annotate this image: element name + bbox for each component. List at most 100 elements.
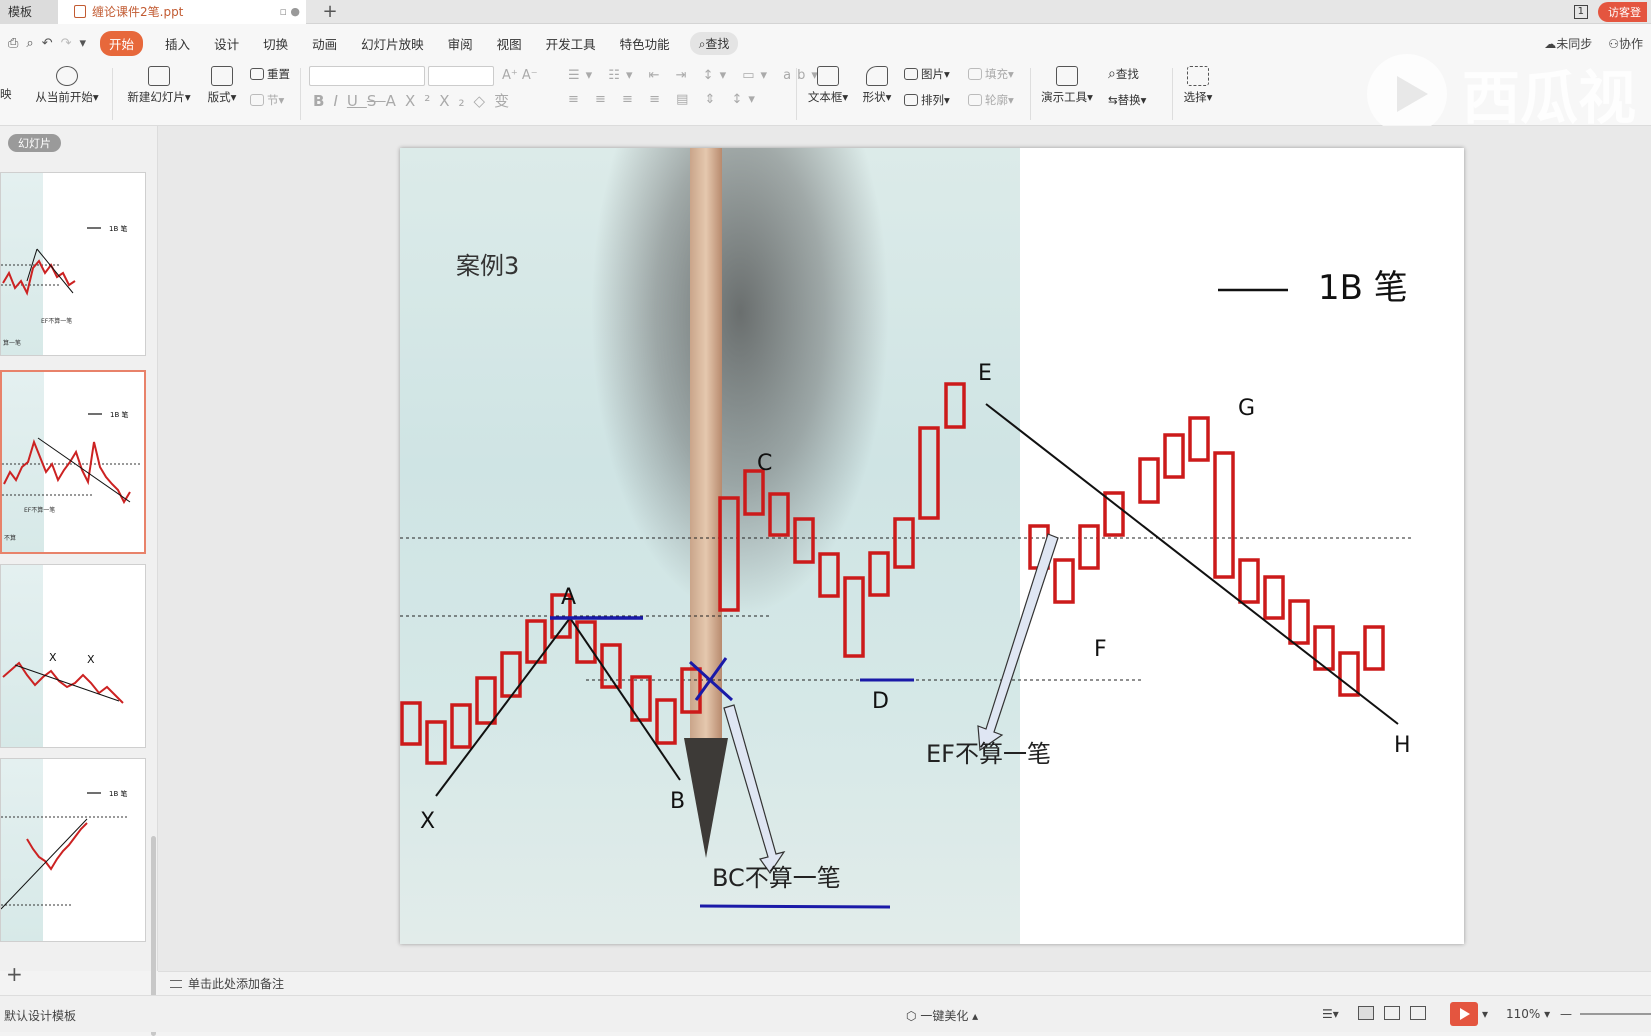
italic-button[interactable]: I (333, 92, 346, 110)
slide-thumbnail-3[interactable]: X X (0, 564, 146, 748)
ribbon-divider (796, 68, 797, 120)
text-box-button[interactable]: 文本框▾ (806, 66, 850, 105)
preview-icon[interactable]: ⌕ (26, 36, 33, 51)
new-tab-button[interactable]: + (316, 0, 344, 24)
notes-bar[interactable]: 单击此处添加备注 (158, 971, 1651, 995)
redo-icon[interactable]: ↷ (61, 36, 72, 51)
font-color-button[interactable]: A (386, 92, 405, 110)
paragraph-tools[interactable]: ☰▾ ☷▾ ⇤ ⇥ ↕▾ ▭▾ ab▾ (568, 68, 824, 83)
present-tools-button[interactable]: 演示工具▾ (1038, 66, 1096, 105)
fill-label: 填充 (985, 67, 1008, 81)
strike-button[interactable]: S (367, 92, 386, 110)
undo-icon[interactable]: ↶ (42, 36, 53, 51)
menu-slideshow[interactable]: 幻灯片放映 (361, 34, 424, 53)
print-icon[interactable]: ⎙ (8, 36, 18, 51)
slide-thumbnail-2[interactable]: 1B 笔 EF不算一笔 不算 (0, 370, 146, 554)
arrange-label: 排列 (921, 93, 944, 107)
presentation-icon (1056, 66, 1078, 86)
ribbon-toolbar: 映 从当前开始▾ 新建幻灯片▾ 版式▾ 重置 节▾ A⁺ A⁻ BIUSAX²X… (0, 62, 1651, 126)
section-button[interactable]: 节▾ (250, 92, 284, 108)
select-button[interactable]: 选择▾ (1180, 66, 1216, 105)
bc-underline (699, 904, 891, 909)
shapes-label: 形状 (862, 90, 886, 104)
slide-thumbnail-panel: 幻灯片 1B 笔 EF不算一笔 算一笔 1B 笔 EF不算一笔 不算 X X 1… (0, 126, 158, 1036)
candlestick-chart: 1B 笔 案例3 X A B C D E F G H BC不算一笔 EF不算一笔 (400, 252, 1412, 909)
picture-button[interactable]: 图片▾ (904, 66, 950, 82)
tab-close-icon[interactable]: ▫ ● (279, 0, 300, 24)
slide-title: 案例3 (456, 252, 519, 280)
subscript-button[interactable]: X₂ (439, 92, 473, 110)
candle (843, 576, 865, 658)
normal-view-icon[interactable] (1358, 1006, 1374, 1020)
thumb-note: 不算 (4, 534, 16, 542)
menu-animation[interactable]: 动画 (312, 34, 337, 53)
menu-special[interactable]: 特色功能 (620, 34, 670, 53)
collab-button[interactable]: ⚇协作 (1608, 35, 1643, 52)
arrange-button[interactable]: 排列▾ (904, 92, 950, 108)
menu-design[interactable]: 设计 (214, 34, 239, 53)
menu-home[interactable]: 开始 (100, 30, 144, 56)
slide-thumbnail-4[interactable]: 1B 笔 (0, 758, 146, 942)
candle (1338, 651, 1360, 697)
new-slide-label: 新建幻灯片 (127, 90, 185, 104)
zoom-slider[interactable] (1580, 1013, 1651, 1015)
window-count[interactable]: 1 (1573, 5, 1588, 19)
font-grow-icon[interactable]: A⁺ A⁻ (502, 68, 538, 83)
menu-transition[interactable]: 切换 (263, 34, 288, 53)
candle (793, 517, 815, 564)
fill-button[interactable]: 填充▾ (968, 66, 1014, 82)
bold-button[interactable]: B (313, 92, 333, 110)
zoom-value: 110% (1506, 1007, 1541, 1021)
replace-button[interactable]: ⇆替换▾ (1108, 92, 1146, 108)
menu-search[interactable]: ⌕查找 (689, 31, 739, 55)
candle (718, 496, 740, 612)
slide-sorter-view-icon[interactable] (1384, 1006, 1400, 1020)
reading-view-icon[interactable] (1410, 1006, 1426, 1020)
candle (918, 426, 940, 520)
superscript-button[interactable]: X² (405, 92, 439, 110)
new-slide-button[interactable]: 新建幻灯片▾ (124, 66, 194, 105)
slide[interactable]: 1B 笔 案例3 X A B C D E F G H BC不算一笔 EF不算一笔 (400, 148, 1464, 944)
beautify-button[interactable]: ⬡ 一键美化 ▴ (906, 1007, 978, 1024)
slide-thumbnail-1[interactable]: 1B 笔 EF不算一笔 算一笔 (0, 172, 146, 356)
outline-button[interactable]: 轮廓▾ (968, 92, 1014, 108)
alignment-tools[interactable]: ≡ ≡ ≡ ≡ ▤ ⇕ ↕▾ (568, 92, 761, 107)
underline-button[interactable]: U (347, 92, 367, 110)
candle (1138, 457, 1160, 504)
label-a: A (561, 585, 576, 610)
arrow-ef-icon (977, 533, 1059, 752)
slideshow-play-button[interactable] (1450, 1002, 1478, 1026)
play-partial-button[interactable]: 映 (0, 86, 12, 102)
visitor-login-button[interactable]: 访客登 (1598, 2, 1647, 22)
menu-review[interactable]: 审阅 (448, 34, 473, 53)
menu-view[interactable]: 视图 (497, 34, 522, 53)
candle (1078, 524, 1100, 570)
zoom-level[interactable]: 110% ▾ (1506, 1007, 1550, 1021)
ppt-file-icon (74, 5, 86, 18)
tab-template[interactable]: 模板 (0, 0, 58, 24)
add-slide-button[interactable]: + (6, 962, 23, 986)
quick-access-more-icon[interactable]: ▾ (80, 36, 87, 51)
layout-button[interactable]: 版式▾ (204, 66, 240, 105)
sync-status[interactable]: ☁未同步 (1544, 35, 1592, 52)
search-icon: ⌕ (1108, 66, 1116, 82)
text-effects-button[interactable]: 变 (494, 92, 518, 110)
layout-icon (211, 66, 233, 86)
play-from-current-button[interactable]: 从当前开始▾ (32, 66, 102, 105)
menu-insert[interactable]: 插入 (165, 34, 190, 53)
reset-button[interactable]: 重置 (250, 66, 290, 82)
clear-format-button[interactable]: ◇ (474, 92, 495, 110)
shapes-button[interactable]: 形状▾ (860, 66, 894, 105)
menu-developer[interactable]: 开发工具 (546, 34, 596, 53)
notes-toggle-icon[interactable]: ☰▾ (1322, 1007, 1339, 1021)
candle (818, 552, 840, 598)
font-size-select[interactable] (428, 66, 494, 86)
format-buttons[interactable]: BIUSAX²X₂◇变 (313, 90, 518, 111)
find-button[interactable]: ⌕查找 (1108, 66, 1139, 82)
tab-document[interactable]: 缠论课件2笔.ppt ▫ ● (58, 0, 306, 24)
play-dropdown-icon[interactable]: ▾ (1482, 1007, 1488, 1021)
shapes-icon (866, 66, 888, 86)
font-family-select[interactable] (309, 66, 425, 86)
tab-document-label: 缠论课件2笔.ppt (92, 5, 184, 19)
zoom-out-button[interactable]: — (1560, 1007, 1572, 1021)
